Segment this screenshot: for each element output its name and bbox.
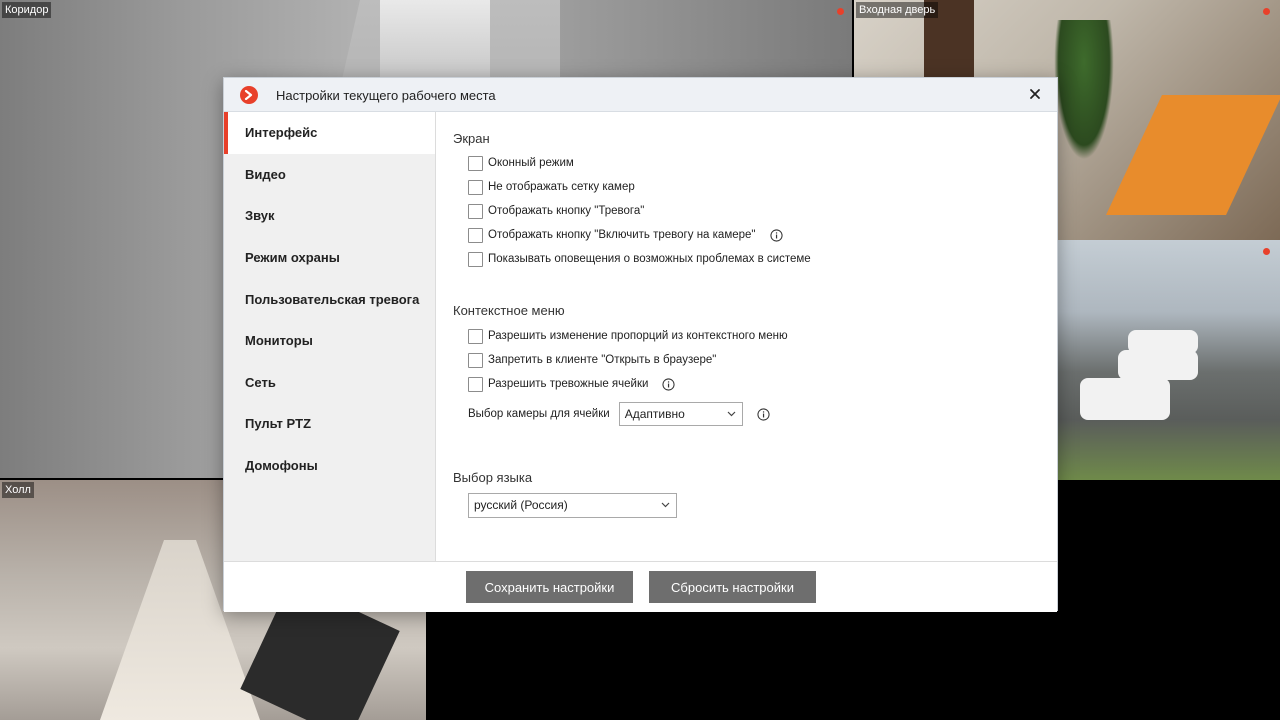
info-icon[interactable] [662, 377, 676, 391]
checkbox[interactable] [468, 352, 483, 368]
plant [1054, 20, 1114, 160]
option-show-alarm-button[interactable]: Отображать кнопку "Тревога" [453, 199, 1057, 223]
option-allow-alarm-cells[interactable]: Разрешить тревожные ячейки [453, 372, 1057, 396]
settings-dialog: Настройки текущего рабочего места Интерф… [223, 77, 1058, 612]
sidebar-item-ptz[interactable]: Пульт PTZ [224, 403, 435, 445]
chevron-down-icon [727, 411, 736, 417]
car [1080, 378, 1170, 420]
recording-indicator [1263, 248, 1270, 255]
language-select-row: русский (Россия) [453, 493, 1057, 518]
dialog-footer: Сохранить настройки Сбросить настройки [224, 561, 1057, 612]
select-value: русский (Россия) [474, 498, 568, 512]
option-forbid-open-in-browser[interactable]: Запретить в клиенте "Открыть в браузере" [453, 348, 1057, 372]
recording-indicator [1263, 8, 1270, 15]
reset-settings-button[interactable]: Сбросить настройки [649, 571, 816, 603]
checkbox[interactable] [468, 227, 483, 243]
option-label: Показывать оповещения о возможных пробле… [488, 253, 811, 265]
settings-content: Экран Оконный режим Не отображать сетку … [436, 112, 1057, 561]
option-windowed-mode[interactable]: Оконный режим [453, 151, 1057, 175]
dialog-title: Настройки текущего рабочего места [276, 88, 496, 103]
camera-select-label: Выбор камеры для ячейки [468, 408, 610, 420]
app-logo-icon [240, 86, 258, 104]
sidebar-item-label: Домофоны [245, 458, 318, 474]
checkbox[interactable] [468, 251, 483, 267]
chevron-down-icon [661, 502, 670, 508]
section-title-language: Выбор языка [453, 470, 533, 485]
sidebar-item-label: Интерфейс [245, 125, 318, 141]
settings-sidebar: Интерфейс Видео Звук Режим охраны Пользо… [224, 112, 436, 561]
sidebar-item-label: Режим охраны [245, 250, 340, 266]
dialog-header: Настройки текущего рабочего места [224, 78, 1057, 112]
option-allow-aspect-change[interactable]: Разрешить изменение пропорций из контекс… [453, 324, 1057, 348]
section-title-screen: Экран [453, 131, 490, 146]
corridor-far-end [380, 0, 490, 80]
camera-select-dropdown[interactable]: Адаптивно [618, 402, 743, 426]
sidebar-item-sound[interactable]: Звук [224, 195, 435, 237]
checkbox[interactable] [468, 179, 483, 195]
checkbox[interactable] [468, 376, 483, 392]
sidebar-item-label: Звук [245, 208, 275, 224]
option-hide-camera-grid[interactable]: Не отображать сетку камер [453, 175, 1057, 199]
sidebar-item-interface[interactable]: Интерфейс [224, 112, 435, 154]
recording-indicator [837, 8, 844, 15]
car [1118, 350, 1198, 380]
checkbox[interactable] [468, 328, 483, 344]
save-settings-button[interactable]: Сохранить настройки [466, 571, 633, 603]
car [1128, 330, 1198, 354]
close-icon[interactable] [1027, 86, 1043, 102]
sidebar-item-video[interactable]: Видео [224, 154, 435, 196]
sidebar-item-network[interactable]: Сеть [224, 362, 435, 404]
sidebar-item-label: Пульт PTZ [245, 416, 312, 432]
option-label: Запретить в клиенте "Открыть в браузере" [488, 354, 717, 366]
option-label: Оконный режим [488, 157, 574, 169]
option-label: Не отображать сетку камер [488, 181, 635, 193]
section-title-context-menu: Контекстное меню [453, 303, 565, 318]
sidebar-item-monitors[interactable]: Мониторы [224, 320, 435, 362]
sidebar-item-label: Видео [245, 166, 286, 182]
info-icon[interactable] [769, 228, 783, 242]
camera-tile-parking[interactable] [1058, 240, 1280, 480]
option-show-camera-alarm-button[interactable]: Отображать кнопку "Включить тревогу на к… [453, 223, 1057, 247]
camera-label: Холл [2, 482, 34, 498]
reception-desk [1106, 95, 1280, 215]
option-show-problem-notifications[interactable]: Показывать оповещения о возможных пробле… [453, 247, 1057, 271]
option-label: Отображать кнопку "Тревога" [488, 205, 645, 217]
language-select-dropdown[interactable]: русский (Россия) [468, 493, 677, 518]
sidebar-item-security-mode[interactable]: Режим охраны [224, 237, 435, 279]
sidebar-item-intercoms[interactable]: Домофоны [224, 445, 435, 487]
sidebar-item-label: Пользовательская тревога [245, 291, 420, 307]
camera-label: Коридор [2, 2, 52, 18]
camera-grid: Коридор Входная дверь Холл Настройки тек… [0, 0, 1280, 720]
select-value: Адаптивно [624, 407, 685, 421]
sidebar-item-user-alarm[interactable]: Пользовательская тревога [224, 278, 435, 320]
option-label: Разрешить изменение пропорций из контекс… [488, 330, 788, 342]
info-icon[interactable] [757, 407, 770, 421]
option-label: Отображать кнопку "Включить тревогу на к… [488, 229, 756, 241]
sidebar-item-label: Сеть [245, 374, 276, 390]
option-label: Разрешить тревожные ячейки [488, 378, 649, 390]
camera-label: Входная дверь [856, 2, 939, 18]
sidebar-item-label: Мониторы [245, 333, 313, 349]
camera-select-row: Выбор камеры для ячейки Адаптивно [453, 398, 1057, 430]
checkbox[interactable] [468, 203, 483, 219]
checkbox[interactable] [468, 155, 483, 171]
